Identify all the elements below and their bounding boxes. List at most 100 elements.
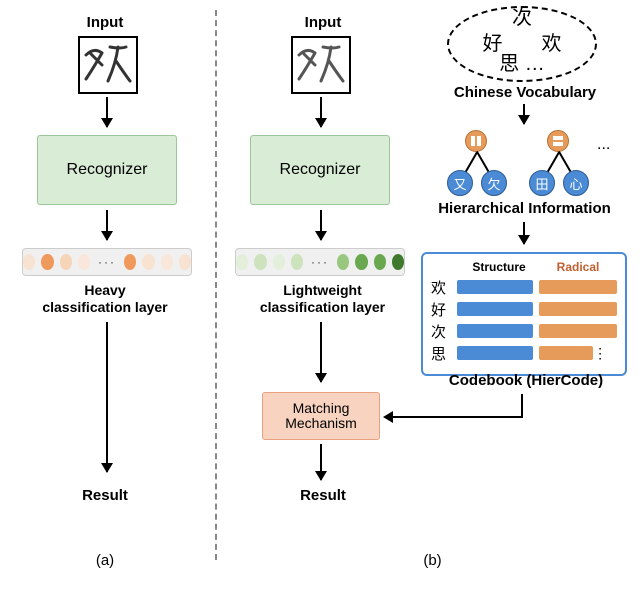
structure-bar-icon [457,280,533,294]
panel-a: Input Recognizer ··· Heavy classificatio… [0,0,210,592]
vocab-chars: 次 好 欢 思 … [483,14,562,74]
codebook-row: 次 [431,322,617,340]
feature-dot [291,254,303,270]
ellipsis-icon: ... [597,136,610,154]
feature-dot [374,254,386,270]
panel-a-caption: (a) [0,552,210,569]
arrow-icon [106,210,108,240]
arrow-icon [106,97,108,127]
hierarchical-info-label: Hierarchical Information [417,200,632,217]
tree-edge [558,151,572,173]
panel-b: Input Recognizer ··· Lightweight classif… [225,0,640,592]
recognizer-label: Recognizer [280,161,361,179]
matching-label: Matching Mechanism [285,401,357,432]
panel-b-caption: (b) [225,552,640,569]
ellipsis-icon: ⋮ [593,345,605,362]
feature-dot [179,254,191,270]
arrow-icon [320,444,322,480]
codebook-row-char: 次 [431,321,457,342]
codebook-row-char: 好 [431,299,457,320]
recognizer-box-b: Recognizer [250,135,390,205]
vocab-char: … [525,53,545,75]
feature-dot [41,254,53,270]
arrow-icon [320,97,322,127]
feature-dot [78,254,90,270]
chinese-vocabulary-oval: 次 好 欢 思 … [447,6,597,82]
feature-dot [23,254,35,270]
radical-bar-icon [539,280,617,294]
recognizer-label: Recognizer [67,161,148,179]
radical-char: 又 [453,174,466,193]
structure-bar-icon [457,324,533,338]
radical-char: 心 [569,174,582,193]
codebook-row: 思 ⋮ [431,344,617,362]
tree-root-icon [465,130,487,152]
feature-dot [355,254,367,270]
radical-bar-icon [539,324,617,338]
structure-bar-icon [457,346,533,360]
feature-dot [254,254,266,270]
feature-dot [273,254,285,270]
structure-icon [470,135,482,147]
tree-child: 心 [563,170,589,196]
feature-dot [392,254,404,270]
codebook-col-structure: Structure [459,260,539,274]
arrow-segment [393,416,523,418]
tree-child: 欠 [481,170,507,196]
structure-bar-icon [457,302,533,316]
arrowhead-icon [383,411,393,423]
codebook-row: 欢 [431,278,617,296]
structure-icon [552,135,564,147]
feature-dot [124,254,136,270]
arrow-icon [320,210,322,240]
arrow-icon [106,322,108,472]
glyph-huan-icon [82,39,134,91]
radical-bar-icon [539,302,617,316]
result-label-a: Result [0,487,210,504]
light-classification-layer: ··· [235,248,405,276]
tree-root-icon [547,130,569,152]
vocab-char: 次 [512,7,532,29]
heavy-cls-label: Heavy classification layer [0,282,210,316]
vocab-char: 好 [483,33,503,55]
codebook-box: Structure Radical 欢 好 次 思 [421,252,627,376]
codebook-col-radical: Radical [539,260,617,274]
ellipsis-icon: ··· [96,255,118,269]
panel-divider [215,10,217,560]
heavy-classification-layer: ··· [22,248,192,276]
arrow-icon [523,104,525,124]
codebook-header: Structure Radical [431,260,617,274]
vocab-char: 欢 [541,33,561,55]
ellipsis-icon: ··· [309,255,331,269]
tree-edge [476,151,490,173]
codebook-title: Codebook (HierCode) [421,372,631,389]
result-label-b: Result [233,487,413,504]
radical-char: 欠 [487,174,500,193]
vocab-char: 思 [499,53,519,75]
figure: Input Recognizer ··· Heavy classificatio… [0,0,640,592]
input-label-a: Input [0,14,210,31]
input-glyph-b [291,36,351,94]
radical-bar-icon [539,346,593,360]
feature-dot [337,254,349,270]
feature-dot [161,254,173,270]
codebook-row: 好 [431,300,617,318]
feature-dot [142,254,154,270]
recognizer-box-a: Recognizer [37,135,177,205]
feature-dot [236,254,248,270]
arrow-icon [523,222,525,244]
tree-child: 又 [447,170,473,196]
matching-mechanism-box: Matching Mechanism [262,392,380,440]
radical-char: 田 [535,174,548,193]
input-label-b: Input [233,14,413,31]
glyph-huan-icon [295,39,347,91]
feature-dot [60,254,72,270]
tree-child: 田 [529,170,555,196]
light-cls-label: Lightweight classification layer [225,282,420,316]
arrow-segment [521,394,523,418]
codebook-row-char: 欢 [431,277,457,298]
codebook-row-char: 思 [431,343,457,364]
arrow-icon [320,322,322,382]
chinese-vocabulary-label: Chinese Vocabulary [425,84,625,101]
input-glyph-a [78,36,138,94]
